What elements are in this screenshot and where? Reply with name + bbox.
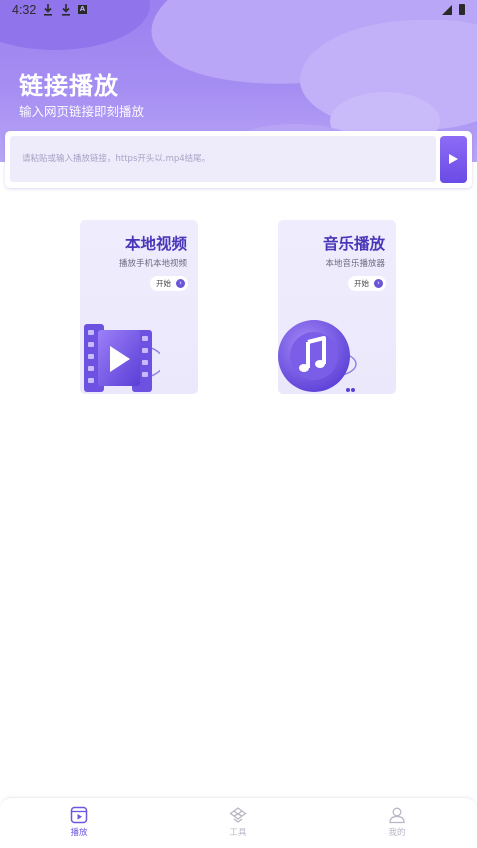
music-note-icon xyxy=(278,320,357,392)
start-button[interactable]: 开始 › xyxy=(150,276,188,291)
url-input[interactable] xyxy=(10,136,436,182)
tab-label: 我的 xyxy=(388,828,406,838)
start-button[interactable]: 开始 › xyxy=(348,276,386,291)
tab-play[interactable]: 播放 xyxy=(59,806,99,844)
signal-icon xyxy=(442,5,452,15)
film-play-icon xyxy=(84,324,160,392)
page-title: 链接播放 xyxy=(19,72,119,100)
chevron-right-icon: › xyxy=(374,279,383,288)
tab-label: 工具 xyxy=(229,828,247,838)
card-description: 本地音乐播放器 xyxy=(325,259,385,269)
bottom-navigation: 播放 工具 我的 xyxy=(0,797,477,848)
play-icon xyxy=(449,154,458,164)
chevron-right-icon: › xyxy=(176,279,185,288)
tab-me[interactable]: 我的 xyxy=(377,806,417,844)
card-title: 本地视频 xyxy=(124,235,187,253)
download-icon xyxy=(62,4,70,16)
page-subtitle: 输入网页链接即刻播放 xyxy=(19,104,145,119)
start-button-label: 开始 xyxy=(354,279,369,288)
tab-tools[interactable]: 工具 xyxy=(218,806,258,844)
play-box-icon xyxy=(70,806,88,824)
start-button-label: 开始 xyxy=(156,279,171,288)
status-time: 4:32 xyxy=(12,3,37,17)
user-icon xyxy=(389,807,405,824)
url-input-container xyxy=(5,131,472,188)
battery-icon xyxy=(459,4,465,15)
tab-label: 播放 xyxy=(70,828,88,838)
tools-icon xyxy=(229,807,247,823)
card-title: 音乐播放 xyxy=(322,235,385,253)
play-button[interactable] xyxy=(440,136,467,183)
card-description: 播放手机本地视频 xyxy=(118,259,187,269)
card-music-player[interactable]: 音乐播放 本地音乐播放器 开始 › xyxy=(278,220,396,394)
download-icon xyxy=(44,4,52,16)
card-local-video[interactable]: 本地视频 播放手机本地视频 开始 › xyxy=(80,220,198,394)
text-icon: A xyxy=(78,5,87,14)
status-bar: 4:32 A xyxy=(0,0,477,22)
